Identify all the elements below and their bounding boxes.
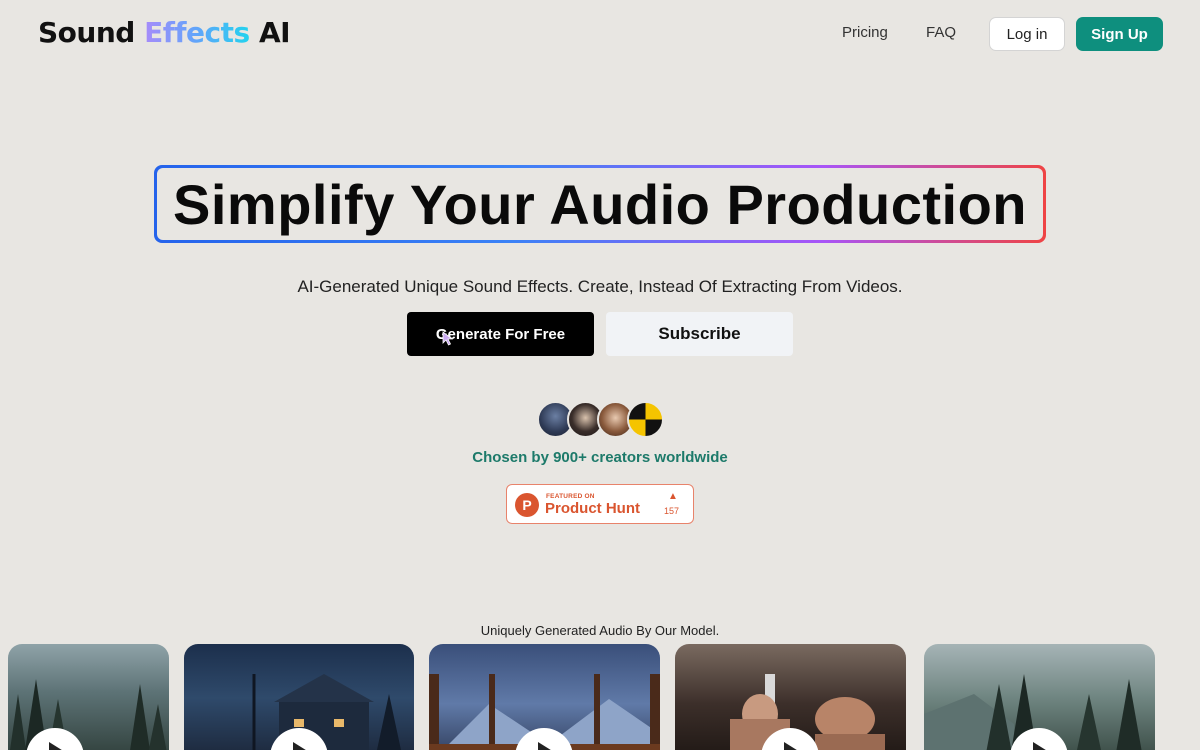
product-hunt-logo-icon: P: [515, 493, 539, 517]
avatar: [627, 401, 664, 438]
hero-title: Simplify Your Audio Production: [173, 172, 1027, 236]
nav-link-faq[interactable]: FAQ: [926, 24, 956, 41]
signup-button[interactable]: Sign Up: [1076, 17, 1163, 51]
subscribe-button[interactable]: Subscribe: [606, 312, 793, 356]
login-button[interactable]: Log in: [989, 17, 1065, 51]
site-logo[interactable]: Sound Effects AI: [38, 16, 291, 49]
product-hunt-featured-label: FEATURED ON: [546, 493, 595, 500]
mouse-cursor-icon: [442, 331, 454, 346]
audio-card-rainy-house[interactable]: [184, 644, 414, 750]
hero-title-inner: Simplify Your Audio Production: [157, 168, 1043, 240]
logo-word-ai: AI: [258, 16, 291, 49]
creator-avatars: [537, 401, 667, 439]
audio-card-fighters[interactable]: [675, 644, 906, 750]
audio-card-snowy-window[interactable]: [429, 644, 660, 750]
nav-link-pricing[interactable]: Pricing: [842, 24, 888, 41]
generate-for-free-button[interactable]: Generate For Free: [407, 312, 594, 356]
top-nav: Sound Effects AI Pricing FAQ Log in Sign…: [0, 0, 1200, 68]
hero-title-frame: Simplify Your Audio Production: [154, 165, 1046, 243]
logo-word-sound: Sound: [38, 16, 135, 49]
upvote-count: 157: [664, 506, 680, 516]
product-hunt-badge[interactable]: P FEATURED ON Product Hunt ▲ 157: [506, 484, 694, 524]
logo-word-effects: Effects: [144, 16, 250, 49]
gallery-label: Uniquely Generated Audio By Our Model.: [480, 623, 720, 638]
upvote-arrow-icon: ▲: [668, 491, 678, 502]
audio-card-forest-lake[interactable]: [924, 644, 1155, 750]
social-proof-text: Chosen by 900+ creators worldwide: [472, 449, 728, 466]
audio-card-forest[interactable]: [8, 644, 169, 750]
product-hunt-name: Product Hunt: [545, 500, 640, 517]
hero-subtitle: AI-Generated Unique Sound Effects. Creat…: [297, 277, 903, 296]
